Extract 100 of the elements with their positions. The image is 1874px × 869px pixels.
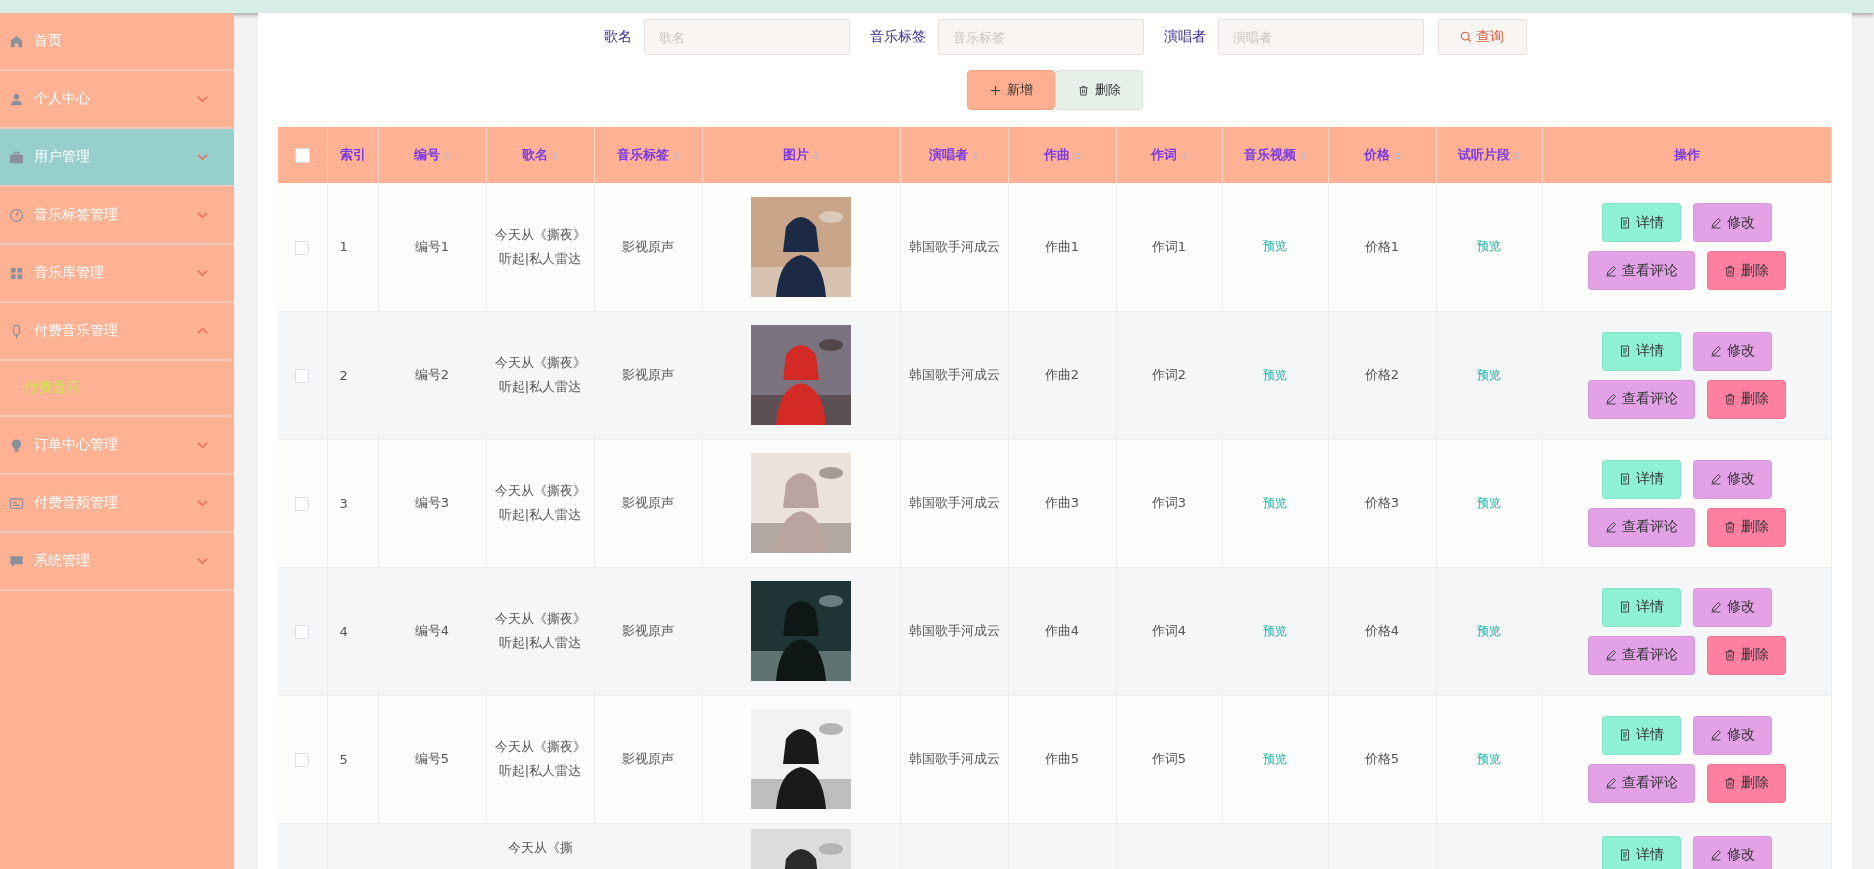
sort-icon[interactable] [1299,149,1307,161]
checkbox[interactable] [295,624,310,639]
table-cell: 价格1 [1364,238,1400,254]
chat-icon [9,553,24,569]
table-cell: 编号5 [414,751,450,766]
menu-label: 音乐库管理 [34,264,105,282]
edit-button[interactable]: 修改 [1692,459,1772,499]
add-button[interactable]: 新增 [967,70,1055,110]
search-button[interactable]: 查询 [1437,19,1527,55]
sort-icon[interactable] [672,149,680,161]
table-cell: 影视原声 [622,367,674,382]
card-icon [9,495,24,511]
pencil-icon [1604,777,1617,789]
comment-button[interactable]: 查看评论 [1587,763,1695,803]
remove-button[interactable]: 删除 [1706,251,1786,291]
table-cell: 价格2 [1364,367,1400,382]
comment-button[interactable]: 查看评论 [1587,379,1695,419]
column-header: 编号 [413,146,440,164]
column-header: 索引 [339,146,366,164]
column-header: 歌名 [521,146,548,164]
column-header: 音乐视频 [1243,146,1296,164]
pencil-icon [1604,393,1617,405]
column-header: 操作 [1673,146,1700,164]
field-label: 歌名 [603,28,632,46]
checkbox[interactable] [295,496,310,511]
search-icon [1460,31,1472,43]
edit-button[interactable]: 修改 [1692,835,1772,869]
remove-button[interactable]: 删除 [1706,379,1786,419]
column-header: 作词 [1150,146,1177,164]
bulb-icon [9,437,24,453]
detail-button[interactable]: 详情 [1601,835,1681,869]
trash-icon [1723,264,1736,277]
checkbox[interactable] [295,752,310,767]
sort-icon[interactable] [1073,149,1081,161]
table-cell: 影视原声 [622,238,674,254]
detail-button[interactable]: 详情 [1601,331,1681,371]
menu-label: 系统管理 [34,552,91,570]
table-cell-text: 今天从《撕夜》听起|私人雷达 [493,225,587,268]
trash-icon [1723,521,1736,533]
table-cell: 影视原声 [622,751,674,766]
table-cell: 影视原声 [622,623,674,638]
edit-button[interactable]: 修改 [1692,203,1772,243]
document-icon [1618,345,1631,357]
comment-button[interactable]: 查看评论 [1587,635,1695,675]
table-cell-text: 今天从《撕夜》听起|私人雷达 [493,738,587,780]
edit-button[interactable]: 修改 [1692,331,1772,371]
table-cell: 作词3 [1151,495,1187,510]
pencil-icon [1709,601,1722,613]
edit-button[interactable]: 修改 [1692,587,1772,627]
sort-icon[interactable] [812,149,820,161]
document-icon [1618,216,1631,229]
table-cell: 作曲5 [1044,751,1080,766]
table-cell: 5 [339,751,348,767]
detail-button[interactable]: 详情 [1601,587,1681,627]
table-cell: 价格5 [1364,751,1400,766]
checkbox[interactable] [295,368,310,383]
table-cell: 编号1 [414,238,450,254]
pencil-icon [1604,264,1617,277]
checkbox[interactable] [294,148,310,163]
document-icon [1618,729,1631,741]
column-header: 图片 [782,146,809,164]
detail-button[interactable]: 详情 [1601,203,1681,243]
table-cell-text: 韩国歌手河成云 [908,366,1000,384]
edit-button[interactable]: 修改 [1692,715,1772,755]
sort-icon[interactable] [1180,149,1188,161]
table-cell: 3 [339,495,348,511]
comment-button[interactable]: 查看评论 [1587,251,1695,291]
sort-icon[interactable] [551,149,559,161]
field-label: 音乐标签 [869,28,926,46]
checkbox[interactable] [295,240,310,255]
table-cell-text: 今天从《撕夜》听起|私人雷达 [493,482,587,524]
table-cell: 编号2 [414,367,450,382]
table-cell: 作曲3 [1044,495,1080,510]
briefcase-icon [9,149,24,165]
remove-button[interactable]: 删除 [1706,763,1786,803]
delete-button[interactable]: 删除 [1055,70,1143,110]
table-cell: 编号4 [414,623,450,638]
sort-icon[interactable] [443,149,451,161]
pencil-icon [1604,521,1617,533]
table-cell-text: 韩国歌手河成云 [908,750,1000,768]
table-cell: 作曲2 [1044,367,1080,382]
detail-button[interactable]: 详情 [1601,715,1681,755]
pencil-icon [1709,473,1722,485]
menu-label: 个人中心 [34,90,91,108]
table-cell: 1 [339,239,348,255]
trash-icon [1723,649,1736,661]
remove-button[interactable]: 删除 [1706,635,1786,675]
table-cell-text: 韩国歌手河成云 [908,622,1000,640]
column-header: 试听片段 [1457,146,1510,164]
table-cell-text: 今天从《撕夜》听起|私人雷达 [493,610,587,652]
sort-icon[interactable] [1393,149,1401,161]
remove-button[interactable]: 删除 [1706,507,1786,547]
sort-icon[interactable] [972,149,979,161]
table-cell: 2 [339,367,348,383]
sort-icon[interactable] [1513,149,1521,161]
table-cell-text: 韩国歌手河成云 [908,237,1000,256]
menu-label: 音乐标签管理 [34,206,119,224]
comment-button[interactable]: 查看评论 [1587,507,1695,547]
document-icon [1618,601,1631,613]
detail-button[interactable]: 详情 [1601,459,1681,499]
